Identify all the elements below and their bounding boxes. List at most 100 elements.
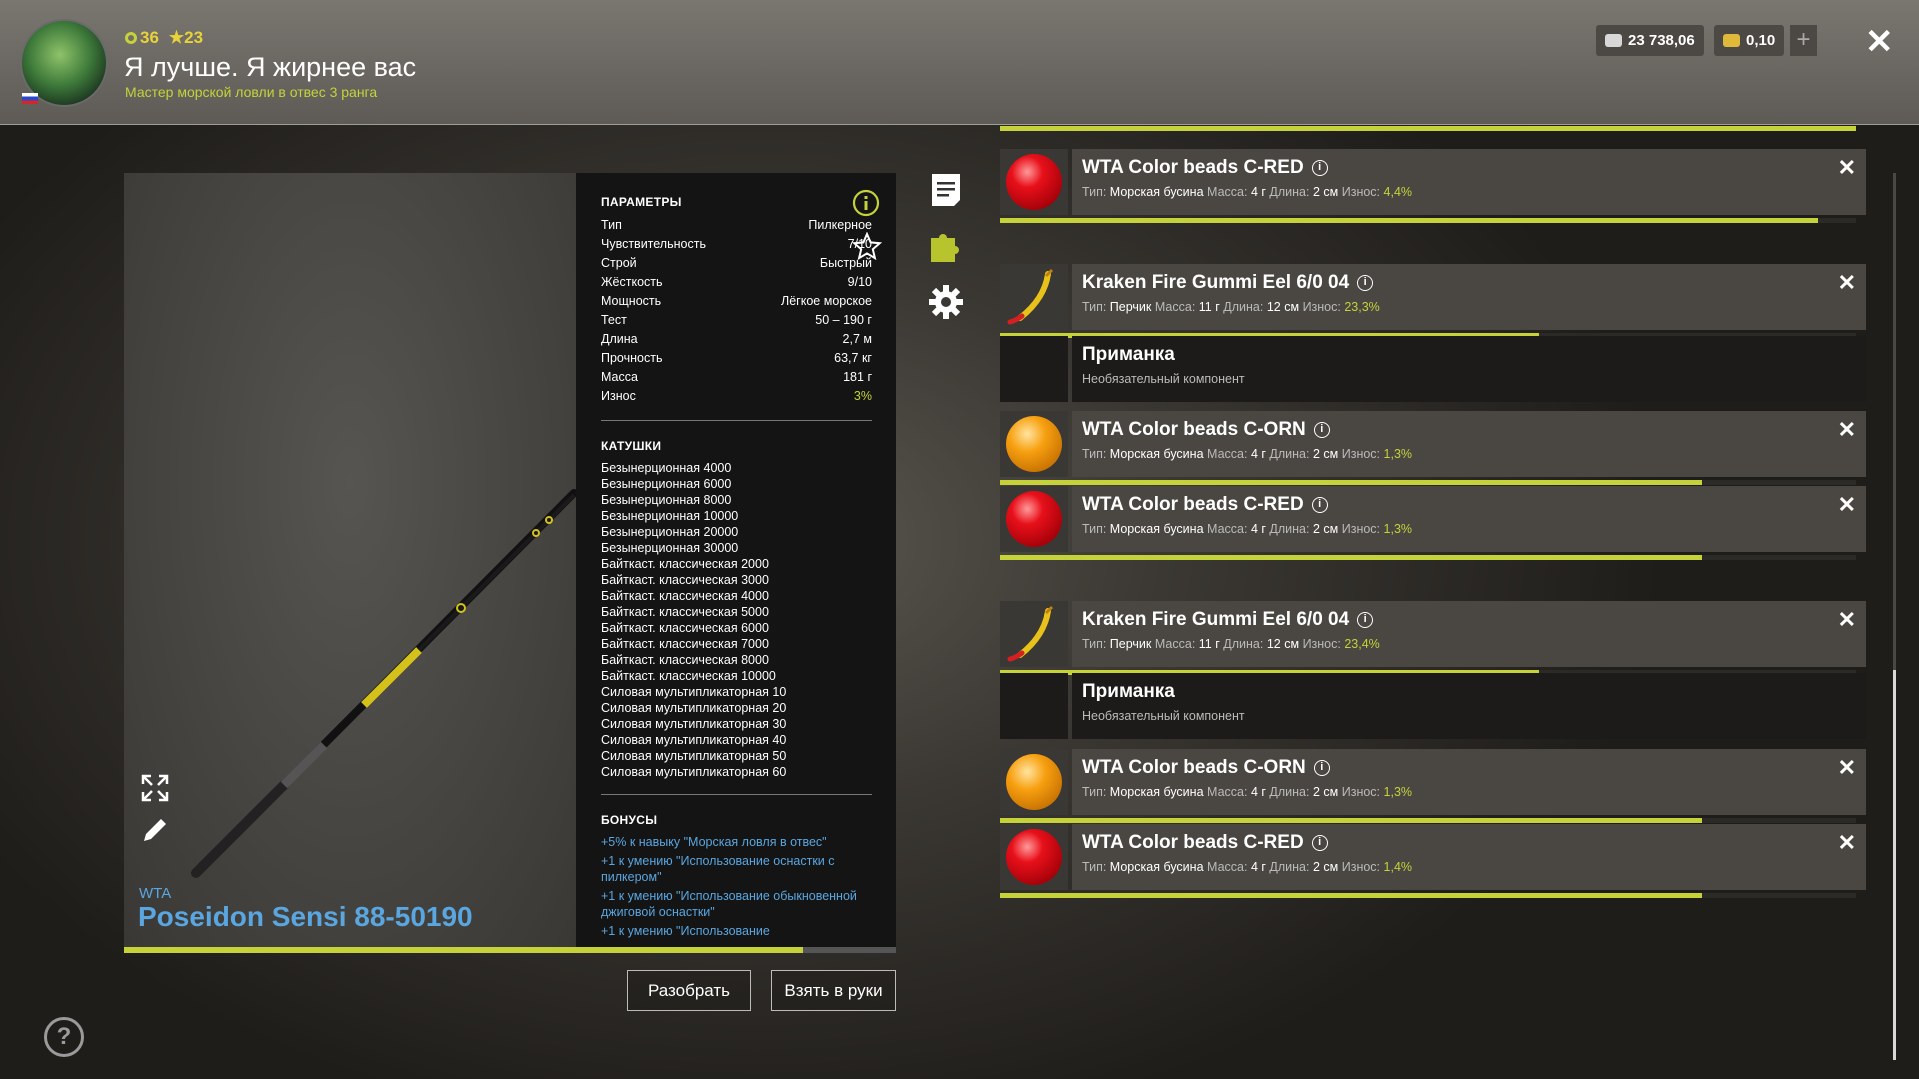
param-row: Износ 3%	[601, 387, 872, 406]
detail-label: Тип:	[1082, 185, 1107, 199]
bead-ball	[1006, 154, 1062, 210]
tackle-slot[interactable]: WTA Color beads C-RED i Тип: Морская бусин…	[1000, 486, 1866, 552]
detail-value: 12 см	[1266, 637, 1300, 651]
remove-item-icon[interactable]: ✕	[1838, 607, 1856, 633]
expand-icon[interactable]	[140, 773, 170, 803]
russia-flag-icon	[22, 93, 38, 104]
empty-lure-slot[interactable]: Приманка Необязательный компонент	[1000, 336, 1866, 402]
reel-item: Безынерционная 8000	[601, 493, 732, 507]
slot-body: WTA Color beads C-RED i Тип: Морская бусин…	[1072, 824, 1866, 890]
param-row: Мощность Лёгкое морское	[601, 292, 872, 311]
info-icon[interactable]: i	[1357, 612, 1374, 628]
remove-item-icon[interactable]: ✕	[1838, 830, 1856, 856]
detail-label: Износ:	[1302, 637, 1341, 651]
remove-item-icon[interactable]: ✕	[1838, 270, 1856, 296]
param-key: Износ	[601, 389, 636, 403]
param-row: Чувствительность 7/10	[601, 235, 872, 254]
reel-item: Силовая мультипликаторная 30	[601, 717, 787, 731]
reel-item: Байткаст. классическая 3000	[601, 573, 769, 587]
take-in-hands-button[interactable]: Взять в руки	[771, 970, 896, 1011]
param-row: Масса 181 г	[601, 368, 872, 387]
detail-value: 4 г	[1250, 185, 1266, 199]
slot-body: WTA Color beads C-RED i Тип: Морская бусин…	[1072, 149, 1866, 215]
puzzle-icon[interactable]	[928, 228, 964, 264]
document-icon[interactable]	[928, 172, 964, 208]
help-icon[interactable]: ?	[44, 1017, 84, 1057]
info-icon[interactable]: i	[1311, 835, 1328, 851]
item-name: WTA Color beads C-RED	[1082, 832, 1304, 853]
scrollbar-thumb[interactable]	[1893, 670, 1896, 1060]
info-icon[interactable]: i	[1311, 160, 1328, 176]
detail-value: 2 см	[1312, 185, 1339, 199]
detail-value: 4,4%	[1383, 185, 1413, 199]
gear-icon[interactable]	[928, 284, 964, 320]
detail-label: Длина:	[1269, 185, 1310, 199]
detail-value: 2 см	[1312, 522, 1339, 536]
gummi-eel-icon	[1000, 601, 1068, 667]
detail-label: Тип:	[1082, 447, 1107, 461]
reel-item: Байткаст. классическая 8000	[601, 653, 769, 667]
param-key: Тест	[601, 313, 627, 327]
param-value: Лёгкое морское	[781, 294, 872, 308]
detail-value: Морская бусина	[1109, 447, 1204, 461]
rod-viewer[interactable]: WTA Poseidon Sensi 88-50190	[124, 173, 576, 947]
params-title: ПАРАМЕТРЫ	[601, 195, 682, 209]
info-icon[interactable]: i	[1313, 760, 1330, 776]
detail-value: Морская бусина	[1109, 522, 1204, 536]
scrollbar[interactable]	[1893, 173, 1896, 1060]
detail-label: Длина:	[1269, 522, 1310, 536]
rod-image	[191, 489, 576, 878]
rod-brand: WTA	[139, 885, 172, 902]
slot-body: WTA Color beads C-ORN i Тип: Морская бусин…	[1072, 411, 1866, 477]
detail-label: Длина:	[1223, 300, 1264, 314]
info-icon[interactable]: i	[1311, 497, 1328, 513]
empty-lure-slot[interactable]: Приманка Необязательный компонент	[1000, 673, 1866, 739]
detail-label: Тип:	[1082, 300, 1107, 314]
reel-item: Силовая мультипликаторная 10	[601, 685, 787, 699]
disassemble-button[interactable]: Разобрать	[627, 970, 751, 1011]
slot-body: Приманка Необязательный компонент	[1072, 673, 1866, 739]
reel-item: Байткаст. классическая 10000	[601, 669, 776, 683]
slot-subtitle: Необязательный компонент	[1082, 709, 1245, 723]
close-icon[interactable]: ✕	[1865, 22, 1894, 62]
red-bead-icon	[1000, 149, 1068, 215]
item-name: Приманка	[1082, 681, 1175, 702]
tackle-slot[interactable]: Kraken Fire Gummi Eel 6/0 04 i Тип: Перчик…	[1000, 264, 1866, 330]
tackle-slot[interactable]: WTA Color beads C-ORN i Тип: Морская бусин…	[1000, 749, 1866, 815]
detail-value: 4 г	[1250, 447, 1266, 461]
info-icon[interactable]: i	[1313, 422, 1330, 438]
detail-value: 2 см	[1312, 860, 1339, 874]
param-value: 63,7 кг	[834, 351, 872, 365]
detail-label: Масса:	[1207, 785, 1248, 799]
pencil-icon[interactable]	[140, 815, 170, 845]
detail-value: 1,3%	[1383, 522, 1413, 536]
detail-value: 23,3%	[1344, 300, 1380, 314]
remove-item-icon[interactable]: ✕	[1838, 417, 1856, 443]
divider	[601, 794, 872, 795]
detail-label: Тип:	[1082, 785, 1107, 799]
item-details: Тип: Морская бусина Масса: 4 г Длина: 2 …	[1082, 522, 1856, 536]
favorite-star-icon[interactable]	[852, 232, 882, 262]
detail-value: 4 г	[1250, 860, 1266, 874]
item-name: WTA Color beads C-RED	[1082, 494, 1304, 515]
detail-value: Морская бусина	[1109, 860, 1204, 874]
detail-label: Масса:	[1207, 522, 1248, 536]
info-icon[interactable]: i	[1357, 275, 1374, 291]
reel-item: Безынерционная 10000	[601, 509, 739, 523]
tackle-slot[interactable]: WTA Color beads C-ORN i Тип: Морская бусин…	[1000, 411, 1866, 477]
item-details: Тип: Морская бусина Масса: 4 г Длина: 2 …	[1082, 860, 1856, 874]
info-icon[interactable]	[852, 189, 880, 217]
remove-item-icon[interactable]: ✕	[1838, 492, 1856, 518]
item-details: Тип: Перчик Масса: 11 г Длина: 12 см Изн…	[1082, 300, 1856, 314]
detail-label: Тип:	[1082, 860, 1107, 874]
tackle-slot[interactable]: WTA Color beads C-RED i Тип: Морская бусин…	[1000, 824, 1866, 890]
reel-item: Безынерционная 20000	[601, 525, 739, 539]
tackle-slot[interactable]: WTA Color beads C-RED i Тип: Морская бусин…	[1000, 149, 1866, 215]
empty-slot-icon	[1000, 336, 1068, 402]
tackle-slot[interactable]: Kraken Fire Gummi Eel 6/0 04 i Тип: Перчик…	[1000, 601, 1866, 667]
item-details: Тип: Морская бусина Масса: 4 г Длина: 2 …	[1082, 785, 1856, 799]
remove-item-icon[interactable]: ✕	[1838, 155, 1856, 181]
remove-item-icon[interactable]: ✕	[1838, 755, 1856, 781]
param-row: Жёсткость 9/10	[601, 273, 872, 292]
add-currency-button[interactable]: +	[1790, 25, 1817, 56]
